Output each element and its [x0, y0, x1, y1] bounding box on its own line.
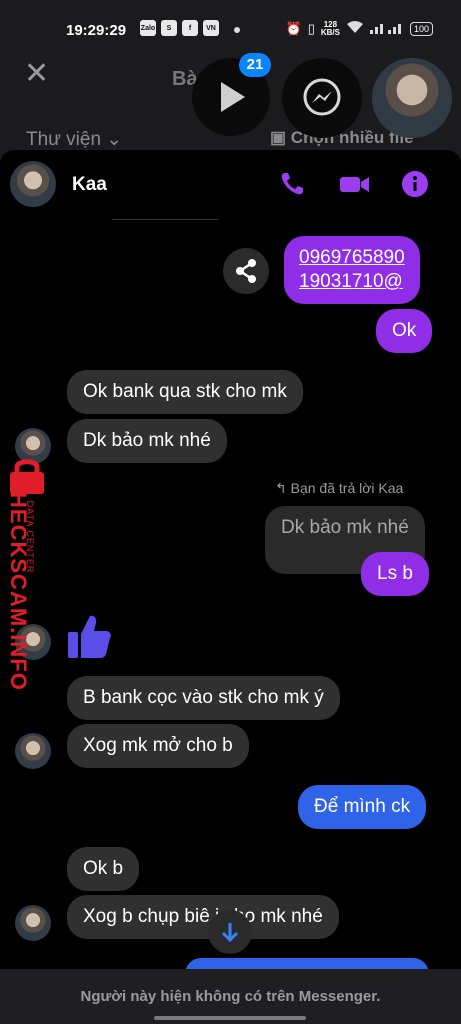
message-outgoing[interactable]: Để mình ck — [298, 785, 427, 829]
battery-indicator: 100 — [409, 21, 433, 36]
arrow-down-icon — [221, 923, 239, 943]
system-icons: ⏰ ▯ 128 KB/S 100 — [285, 20, 433, 37]
notification-icons: Zalo S f VN — [140, 20, 219, 36]
scroll-to-bottom-button[interactable] — [208, 910, 252, 954]
library-dropdown[interactable]: Thư viện ⌄ — [26, 128, 122, 151]
share-button[interactable] — [223, 248, 269, 294]
messenger-icon — [303, 78, 341, 116]
message-incoming[interactable]: B bank cọc vào stk cho mk ý — [67, 676, 340, 720]
unread-badge: 21 — [239, 53, 271, 77]
shopee-icon: S — [161, 20, 177, 36]
zalo-icon: Zalo — [140, 20, 156, 36]
library-label: Thư viện — [26, 129, 102, 150]
phone-call-icon[interactable] — [278, 170, 306, 198]
speed-unit: KB/S — [320, 27, 340, 37]
phone-link[interactable]: 0969765890 — [299, 246, 405, 270]
message-incoming[interactable]: Ok b — [67, 847, 140, 891]
vn-icon: VN — [203, 20, 219, 36]
thumbs-up-icon[interactable] — [66, 612, 112, 660]
share-icon — [236, 259, 256, 283]
message-incoming[interactable]: Xog b chụp biê i cho mk nhé — [67, 895, 339, 939]
contact-chat-head-avatar[interactable] — [372, 58, 452, 138]
phone-link[interactable]: 19031710@ — [299, 270, 405, 294]
sender-avatar — [15, 905, 51, 941]
home-indicator[interactable] — [154, 1016, 306, 1020]
info-icon[interactable] — [401, 170, 429, 198]
reply-note-text: Bạn đã trả lời Kaa — [290, 480, 404, 496]
close-icon[interactable]: ✕ — [24, 56, 49, 91]
network-speed: 128 KB/S — [320, 20, 340, 37]
video-call-icon[interactable] — [339, 170, 371, 198]
alarm-icon: ⏰ — [285, 20, 302, 36]
message-incoming[interactable]: Ok bank qua stk cho mk — [67, 370, 303, 414]
play-icon — [221, 82, 245, 112]
unavailable-notice: Người này hiện không có trên Messenger. — [80, 988, 381, 1005]
message-incoming[interactable]: Dk bảo mk nhé — [67, 419, 227, 463]
sender-avatar — [15, 733, 51, 769]
status-time: 19:29:29 — [66, 22, 127, 39]
contact-name[interactable]: Kaa — [72, 174, 107, 196]
notification-dot — [234, 27, 240, 33]
reply-indicator: ↰ Bạn đã trả lời Kaa — [275, 480, 404, 496]
message-outgoing[interactable]: Ls b — [361, 552, 429, 596]
header-divider — [112, 219, 218, 220]
message-incoming[interactable]: Xog mk mở cho b — [67, 724, 249, 768]
signal-icon — [369, 20, 404, 37]
watermark-subtext: DATA CENTER — [25, 500, 35, 574]
vibrate-icon: ▯ — [307, 20, 315, 36]
message-outgoing[interactable]: Ok — [376, 309, 433, 353]
messenger-chat-head[interactable] — [282, 58, 362, 138]
wifi-icon — [346, 20, 364, 37]
message-outgoing[interactable]: 0969765890 19031710@ — [284, 236, 420, 304]
facebook-icon: f — [182, 20, 198, 36]
contact-avatar[interactable] — [10, 161, 56, 207]
